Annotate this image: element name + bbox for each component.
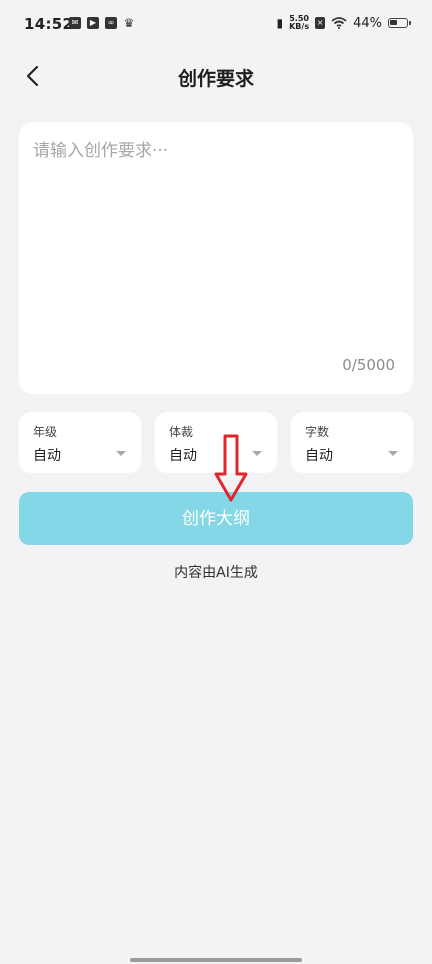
word-count-selector-value: 自动 (305, 448, 333, 464)
vibrate-icon: ▮ (276, 16, 284, 30)
page-title: 创作要求 (177, 68, 254, 90)
video-app-notification-icon: ▶ (87, 17, 99, 29)
nav-bar: 创作要求 (0, 50, 432, 102)
no-sim-icon: × (315, 17, 326, 29)
caret-down-icon (252, 451, 262, 456)
crown-icon: ♛ (123, 16, 135, 30)
requirement-card: 0/5000 (19, 122, 413, 394)
grade-selector[interactable]: 年级 自动 (19, 412, 141, 473)
word-count-selector[interactable]: 字数 自动 (291, 412, 413, 473)
status-time: 14:52 (24, 15, 74, 33)
home-indicator[interactable] (130, 958, 302, 962)
annotation-down-arrow-icon (214, 434, 248, 502)
notification-icons: ✉ ▶ ∞ ♛ (69, 17, 135, 29)
word-count-selector-label: 字数 (305, 425, 330, 439)
caret-down-icon (116, 451, 126, 456)
genre-selector-value: 自动 (169, 448, 197, 464)
wifi-icon (331, 17, 347, 29)
ai-generated-note: 内容由AI生成 (174, 565, 258, 581)
app-notification-icon: ∞ (105, 17, 117, 29)
grade-selector-value: 自动 (33, 448, 61, 464)
network-speed-unit: KB/s (289, 22, 310, 31)
battery-percent: 44% (353, 15, 382, 31)
requirement-input[interactable] (33, 136, 397, 346)
mail-notification-icon: ✉ (69, 17, 81, 29)
character-counter: 0/5000 (342, 356, 395, 374)
genre-selector-label: 体裁 (169, 425, 194, 439)
battery-icon (388, 18, 411, 28)
grade-selector-label: 年级 (33, 425, 58, 439)
network-speed: 5.50 KB/s (289, 15, 309, 31)
status-bar: 14:52 ✉ ▶ ∞ ♛ ▮ 5.50 KB/s × 44% (0, 0, 432, 50)
caret-down-icon (388, 451, 398, 456)
status-right-area: ▮ 5.50 KB/s × 44% (276, 15, 411, 31)
